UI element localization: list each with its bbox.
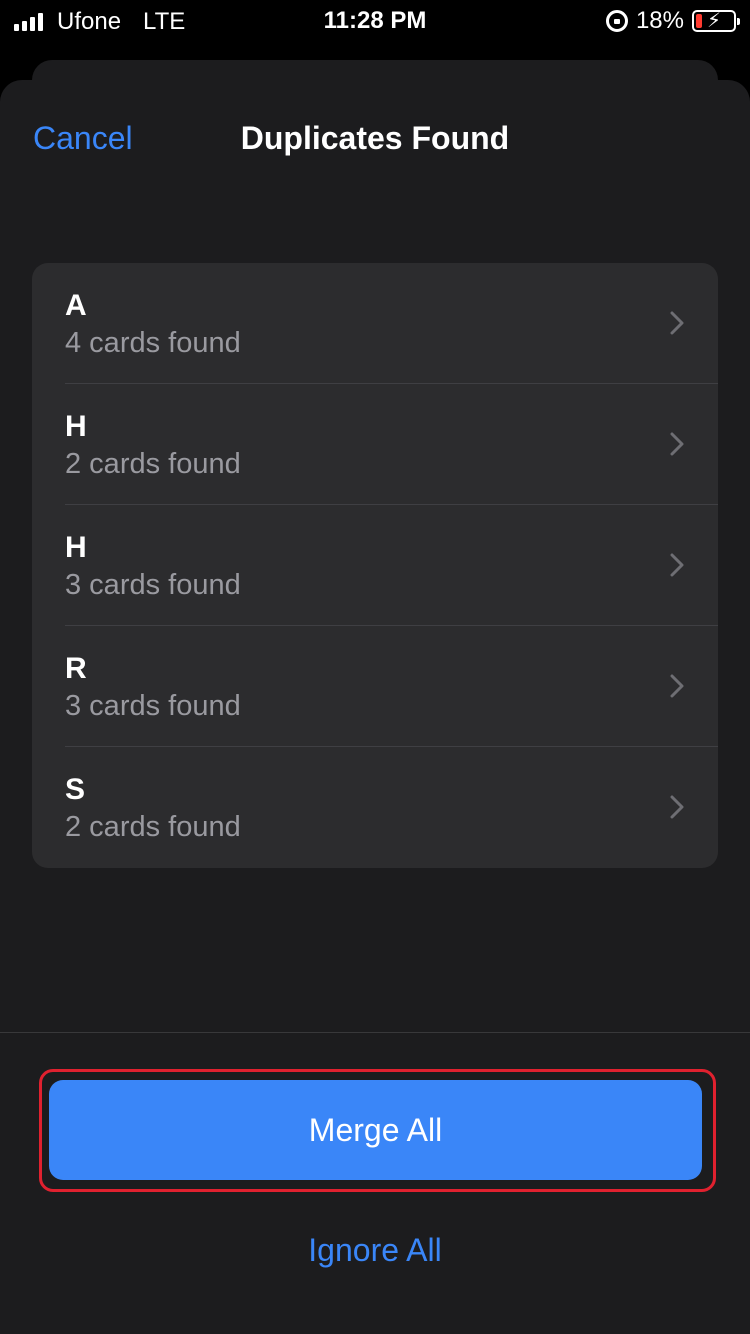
- page-title: Duplicates Found: [240, 120, 510, 156]
- chevron-right-icon: [670, 795, 684, 819]
- battery-charging-icon: ⚡: [692, 10, 740, 32]
- duplicate-name: H: [65, 531, 87, 564]
- duplicate-row[interactable]: H 2 cards found: [32, 384, 718, 505]
- duplicate-row[interactable]: A 4 cards found: [32, 263, 718, 384]
- status-bar: Ufone LTE 11:28 PM 18% ⚡: [0, 0, 750, 44]
- duplicates-sheet: Cancel Duplicates Found A4 cards found H 2…: [0, 80, 750, 1334]
- chevron-right-icon: [670, 432, 684, 456]
- status-bar-right: 18% ⚡: [605, 7, 740, 35]
- chevron-right-icon: [670, 674, 684, 698]
- duplicate-count: 3 cards found: [65, 569, 241, 601]
- duplicates-list: A 4 cards found H 2 cards found H 3 cards fou…: [32, 263, 718, 868]
- duplicate-name: A: [65, 289, 87, 322]
- rotation-lock-icon: [605, 10, 628, 32]
- battery-tip: [737, 18, 740, 25]
- duplicate-name: H: [65, 410, 87, 443]
- duplicate-name: S: [65, 773, 86, 806]
- chevron-right-icon: [670, 311, 684, 335]
- duplicate-row[interactable]: R 3 cards found: [32, 626, 718, 747]
- merge-all-button[interactable]: Merge All: [49, 1080, 702, 1180]
- charging-bolt-icon: ⚡: [707, 10, 722, 32]
- ignore-all-button[interactable]: Ignore All: [0, 1220, 750, 1280]
- duplicate-row[interactable]: H 3 cards found: [32, 505, 718, 626]
- divider: [0, 1032, 750, 1033]
- battery-percent: 18%: [635, 7, 684, 34]
- duplicate-count: 2 cards found: [65, 811, 241, 843]
- duplicate-row[interactable]: S 2 cards found: [32, 747, 718, 868]
- duplicate-name: R: [65, 652, 87, 685]
- duplicate-count: 4 cards found: [65, 327, 241, 359]
- battery-level: [696, 14, 703, 28]
- duplicate-count: 2 cards found: [65, 448, 241, 480]
- chevron-right-icon: [670, 553, 684, 577]
- duplicate-count: 3 cards found: [65, 690, 241, 722]
